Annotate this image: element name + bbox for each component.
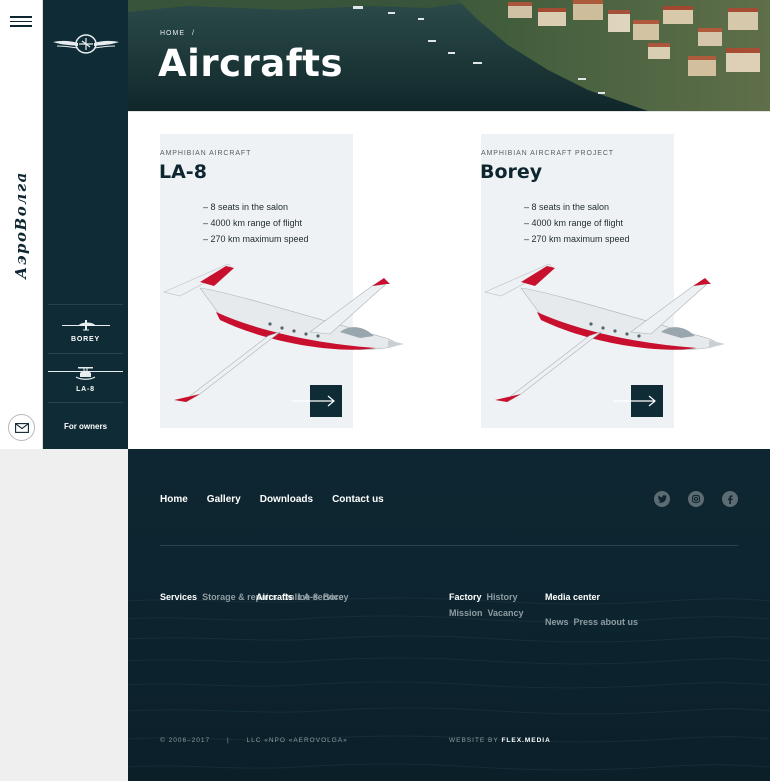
footer-column-aircrafts: Aircrafts LA-8 Borey [256, 589, 416, 605]
spec-item: – 4000 km range of flight [203, 218, 303, 228]
spec-item: – 270 km maximum speed [524, 234, 630, 244]
made-by: WEBSITE BY FLEX.MEDIA [449, 737, 551, 744]
hamburger-menu-icon[interactable] [10, 16, 32, 27]
media-center-heading[interactable]: Media center [545, 589, 665, 605]
model-list: BOREY LA-8 [48, 304, 123, 403]
sidebar-item-label: LA-8 [76, 385, 95, 393]
mission-link[interactable]: Mission [449, 608, 483, 618]
sidebar-item-la8[interactable]: LA-8 [48, 354, 123, 403]
news-link[interactable]: News [545, 617, 569, 627]
facebook-icon[interactable] [722, 491, 738, 507]
page-title: Aircrafts [158, 42, 344, 85]
for-owners-link[interactable]: For owners [43, 422, 128, 431]
factory-heading[interactable]: Factory [449, 592, 482, 602]
footer-link-contact[interactable]: Contact us [332, 494, 384, 505]
arrow-right-icon[interactable] [613, 385, 663, 417]
aircrafts-heading[interactable]: Aircrafts [256, 592, 293, 602]
press-link[interactable]: Press about us [574, 617, 639, 627]
sidebar-item-label: BOREY [71, 335, 100, 343]
arrow-right-icon[interactable] [292, 385, 342, 417]
aircraft-category: AMPHIBIAN AIRCRAFT [160, 150, 252, 157]
aircraft-specs: – 8 seats in the salon – 4000 km range o… [524, 199, 630, 247]
aircraft-list: AMPHIBIAN AIRCRAFT LA-8 – 8 seats in the… [128, 111, 770, 449]
aircraft-image [163, 263, 404, 403]
footer-nav: Home Gallery Downloads Contact us [160, 494, 384, 505]
aircraft-card-la8[interactable]: AMPHIBIAN AIRCRAFT LA-8 – 8 seats in the… [128, 112, 428, 450]
spec-item: – 8 seats in the salon [524, 202, 610, 212]
spec-item: – 270 km maximum speed [203, 234, 309, 244]
la8-link[interactable]: LA-8 [298, 592, 318, 602]
brand-wordmark[interactable]: АэроВолга [12, 171, 30, 279]
sidebar-item-borey[interactable]: BOREY [48, 305, 123, 354]
instagram-icon[interactable] [688, 491, 704, 507]
footer-link-gallery[interactable]: Gallery [207, 494, 241, 505]
services-heading[interactable]: Services [160, 592, 197, 602]
envelope-icon[interactable] [8, 414, 35, 441]
twitter-icon[interactable] [654, 491, 670, 507]
made-by-link[interactable]: FLEX.MEDIA [501, 737, 550, 744]
copyright-years: © 2006–2017 [160, 737, 211, 744]
borey-link[interactable]: Borey [323, 592, 349, 602]
aircraft-image [484, 263, 725, 403]
history-link[interactable]: History [487, 592, 518, 602]
copyright-divider: | [226, 737, 230, 744]
footer-link-home[interactable]: Home [160, 494, 188, 505]
vacancy-link[interactable]: Vacancy [488, 608, 524, 618]
aircraft-card-borey[interactable]: AMPHIBIAN AIRCRAFT PROJECT Borey – 8 sea… [449, 112, 749, 450]
amphibian-silhouette-icon [48, 366, 123, 380]
footer-column-media: Media center News Press about us [545, 589, 665, 630]
breadcrumb-home-link[interactable]: HOME [160, 30, 185, 37]
aircraft-category: AMPHIBIAN AIRCRAFT PROJECT [481, 150, 614, 157]
footer: Home Gallery Downloads Contact us Servic… [128, 449, 770, 781]
breadcrumb: HOME / [160, 30, 195, 37]
left-rail: АэроВолга [0, 0, 43, 449]
footer-divider [160, 545, 738, 546]
aircraft-name[interactable]: LA-8 [159, 161, 207, 183]
spec-item: – 4000 km range of flight [524, 218, 624, 228]
side-navigation: BOREY LA-8 For owners [43, 0, 128, 449]
made-by-prefix: WEBSITE BY [449, 737, 499, 744]
winged-aircraft-logo-icon[interactable] [51, 28, 121, 60]
footer-link-downloads[interactable]: Downloads [260, 494, 313, 505]
company-name: LLC «NPO «AEROVOLGA» [246, 737, 348, 744]
hero-banner: HOME / Aircrafts [128, 0, 770, 111]
aircraft-name[interactable]: Borey [480, 161, 542, 183]
aircraft-silhouette-icon [61, 319, 110, 330]
footer-column-factory: Factory History Mission Vacancy [449, 589, 534, 621]
spec-item: – 8 seats in the salon [203, 202, 289, 212]
aircraft-specs: – 8 seats in the salon – 4000 km range o… [203, 199, 309, 247]
breadcrumb-separator: / [191, 30, 195, 37]
copyright: © 2006–2017 | LLC «NPO «AEROVOLGA» [160, 737, 348, 744]
